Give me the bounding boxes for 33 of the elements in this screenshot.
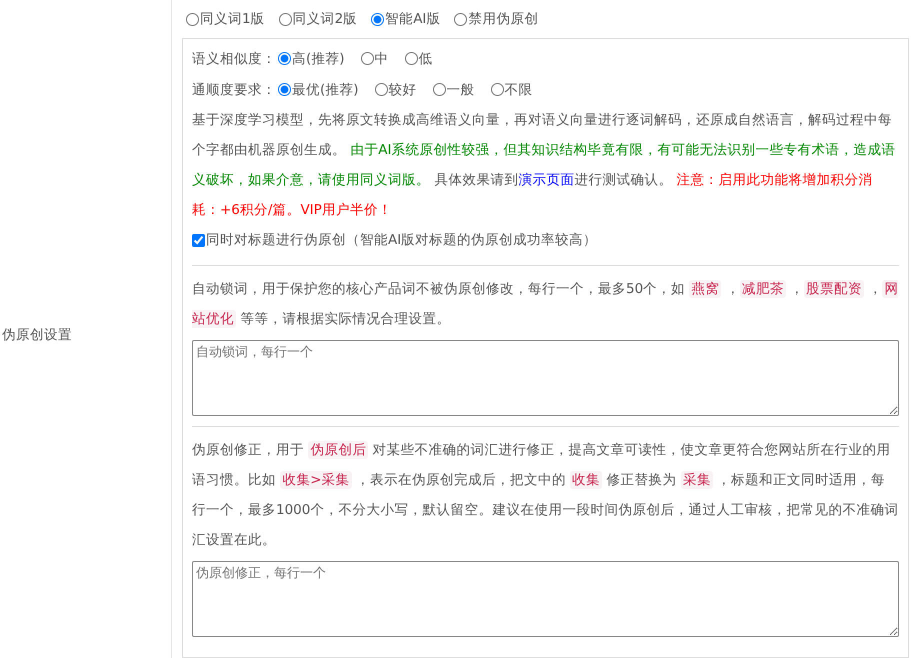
option-label: 语义相似度： [192, 50, 276, 68]
radio-button[interactable] [454, 12, 468, 26]
radio-label[interactable]: 较好 [388, 80, 417, 98]
radio-button[interactable] [186, 12, 199, 26]
radio-label[interactable]: 同义词1版 [200, 10, 265, 28]
radio-button[interactable] [490, 83, 504, 96]
demo-link[interactable]: 演示页面 [518, 172, 574, 188]
radio-label[interactable]: 最优(推荐) [292, 80, 359, 98]
radio-label[interactable]: 中 [374, 50, 389, 68]
description-text: 基于深度学习模型，先将原文转换成高维语义向量，再对语义向量进行逐词解码，还原成自然语言，解码过程中每个字都由机器原创生成。 由于AI系统原创性较强，但其知识结构毕竟有限，有可能无法识别一些专有术语，造成语义破坏，如果介意，请使用同义词版。 具体效果请到演示页面进行测试确认。 注意：启用此功能将增加积分消耗：+6积分/篇。VIP用户半价！ [192, 111, 897, 220]
description-text: 伪原创修正，用于 伪原创后 对某些不准确的词汇进行修正，提高文章可读性，使文章更符合您网站所在行业的用语习惯。比如 收集>采集 ，表示在伪原创完成后，把文中的 收集 修正替换为 采集 ，标题和正文同时适用，每行一个，最多1000个，不分大小写，默认留空。建议在使用一段时间伪原创后，通过人工审核，把常见的不准确词汇设置在此。 [192, 440, 899, 550]
radio-button[interactable] [374, 83, 388, 96]
radio-button[interactable] [371, 12, 384, 26]
radio-button[interactable] [278, 52, 291, 65]
text-area[interactable]: 自动锁词，每行一个 [192, 340, 899, 416]
radio-button[interactable] [360, 52, 374, 65]
text-area[interactable]: 伪原创修正，每行一个 [192, 561, 899, 637]
option-label: 通顺度要求： [192, 80, 276, 98]
radio-button[interactable] [432, 83, 446, 96]
radio-label[interactable]: 低 [418, 50, 433, 68]
title-checkbox[interactable] [192, 234, 205, 246]
radio-label[interactable]: 一般 [446, 80, 475, 98]
checkbox-label[interactable]: 同时对标题进行伪原创（智能AI版对标题的伪原创成功率较高） [206, 231, 598, 249]
section-label: 伪原创设置 [2, 326, 72, 344]
radio-button[interactable] [278, 12, 292, 26]
radio-button[interactable] [404, 52, 418, 65]
radio-label[interactable]: 智能AI版 [385, 10, 440, 28]
radio-label[interactable]: 高(推荐) [292, 50, 345, 68]
radio-label[interactable]: 禁用伪原创 [468, 10, 538, 28]
description-text: 自动锁词，用于保护您的核心产品词不被伪原创修改，每行一个，最多50个，如 燕窝 ，减肥茶 ，股票配资 ，网站优化 等等，请根据实际情况合理设置。 [192, 279, 899, 330]
radio-button[interactable] [278, 83, 291, 96]
radio-label[interactable]: 同义词2版 [292, 10, 358, 28]
radio-label[interactable]: 不限 [504, 80, 533, 98]
